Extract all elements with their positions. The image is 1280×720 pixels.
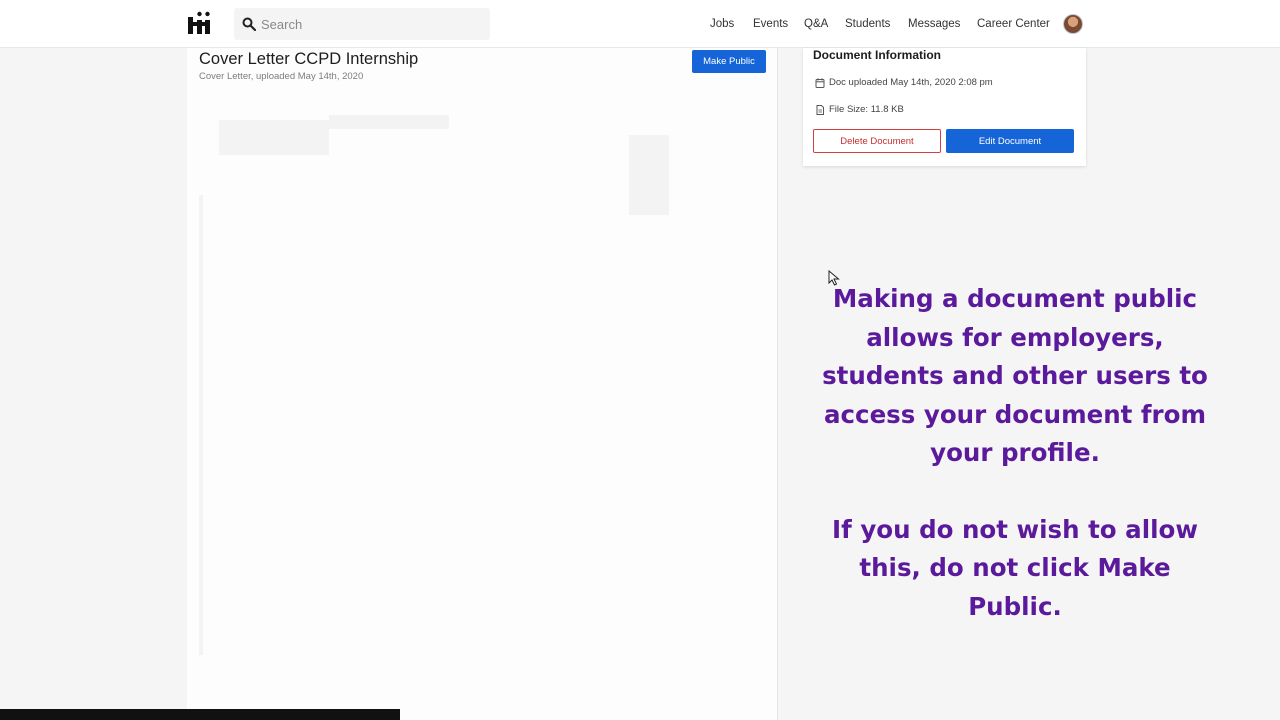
document-title: Cover Letter CCPD Internship	[199, 50, 419, 68]
handshake-logo-icon[interactable]	[187, 11, 211, 35]
search-box[interactable]	[234, 8, 490, 40]
make-public-button[interactable]: Make Public	[692, 50, 766, 73]
file-size-row: File Size: 11.8 KB	[815, 104, 904, 115]
overlay-paragraph-1: Making a document public allows for empl…	[822, 284, 1208, 467]
nav-jobs[interactable]: Jobs	[710, 18, 734, 30]
nav-students[interactable]: Students	[845, 18, 890, 30]
mouse-cursor-icon	[828, 270, 840, 286]
document-subtitle: Cover Letter, uploaded May 14th, 2020	[199, 71, 364, 82]
upload-date-text: Doc uploaded May 14th, 2020 2:08 pm	[829, 77, 993, 88]
instruction-overlay: Making a document public allows for empl…	[820, 280, 1210, 626]
delete-document-button[interactable]: Delete Document	[813, 129, 941, 153]
preview-faded-block	[629, 135, 669, 215]
document-info-heading: Document Information	[813, 48, 941, 62]
preview-faded-heading	[219, 120, 329, 155]
document-preview	[199, 95, 769, 665]
preview-faded-line	[329, 115, 449, 129]
upload-date-row: Doc uploaded May 14th, 2020 2:08 pm	[815, 77, 993, 88]
search-input[interactable]	[261, 16, 481, 32]
overlay-paragraph-2: If you do not wish to allow this, do not…	[832, 514, 1198, 621]
search-icon	[242, 17, 256, 31]
top-navigation-bar: Jobs Events Q&A Students Messages Career…	[0, 0, 1280, 48]
calendar-icon	[815, 77, 825, 88]
file-icon	[816, 104, 824, 115]
file-size-text: File Size: 11.8 KB	[829, 104, 904, 115]
nav-career-center[interactable]: Career Center	[977, 18, 1050, 30]
video-progress-bar	[0, 709, 400, 720]
user-avatar[interactable]	[1063, 14, 1083, 34]
nav-events[interactable]: Events	[753, 18, 788, 30]
nav-qa[interactable]: Q&A	[804, 18, 828, 30]
edit-document-button[interactable]: Edit Document	[946, 129, 1074, 153]
nav-messages[interactable]: Messages	[908, 18, 960, 30]
preview-faded-margin	[199, 195, 203, 655]
